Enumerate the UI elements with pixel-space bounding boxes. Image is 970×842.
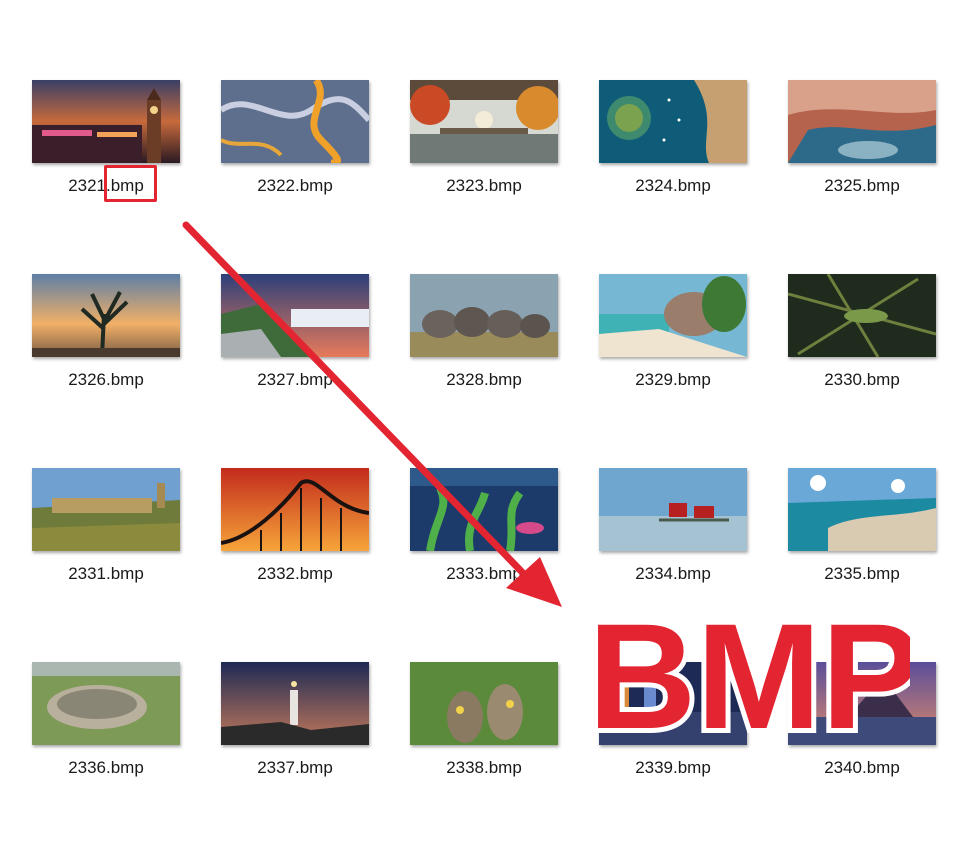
file-name-label[interactable]: 2339.bmp — [589, 758, 757, 778]
file-name-label[interactable]: 2337.bmp — [211, 758, 379, 778]
file-name-label[interactable]: 2324.bmp — [589, 176, 757, 196]
file-name-label[interactable]: 2334.bmp — [589, 564, 757, 584]
file-item[interactable]: 2338.bmp — [410, 662, 560, 782]
file-item[interactable]: 2336.bmp — [32, 662, 182, 782]
file-item[interactable]: 2331.bmp — [32, 468, 182, 588]
file-item[interactable]: 2339.bmp — [599, 662, 749, 782]
image-thumbnail[interactable] — [221, 80, 369, 163]
file-item[interactable]: 2330.bmp — [788, 274, 938, 394]
file-item[interactable]: 2326.bmp — [32, 274, 182, 394]
file-item[interactable]: 2328.bmp — [410, 274, 560, 394]
file-name-label[interactable]: 2326.bmp — [22, 370, 190, 390]
file-name-label[interactable]: 2327.bmp — [211, 370, 379, 390]
file-item[interactable]: 2340.bmp — [788, 662, 938, 782]
image-thumbnail[interactable] — [32, 662, 180, 745]
image-thumbnail[interactable] — [410, 662, 558, 745]
image-thumbnail[interactable] — [599, 80, 747, 163]
file-item[interactable]: 2337.bmp — [221, 662, 371, 782]
image-thumbnail[interactable] — [788, 468, 936, 551]
image-thumbnail[interactable] — [221, 662, 369, 745]
image-thumbnail[interactable] — [32, 468, 180, 551]
file-grid: 2321.bmp 2322.bmp 2323.bmp 2324.bmp 2325.bmp… — [0, 0, 970, 842]
file-name-label[interactable]: 2323.bmp — [400, 176, 568, 196]
image-thumbnail[interactable] — [599, 274, 747, 357]
file-name-label[interactable]: 2331.bmp — [22, 564, 190, 584]
file-name-label[interactable]: 2332.bmp — [211, 564, 379, 584]
file-name-label[interactable]: 2335.bmp — [778, 564, 946, 584]
file-name-label[interactable]: 2333.bmp — [400, 564, 568, 584]
image-thumbnail[interactable] — [788, 80, 936, 163]
image-thumbnail[interactable] — [410, 80, 558, 163]
file-item[interactable]: 2335.bmp — [788, 468, 938, 588]
extension-highlight-box — [104, 165, 157, 202]
file-name-label[interactable]: 2329.bmp — [589, 370, 757, 390]
file-name-label[interactable]: 2336.bmp — [22, 758, 190, 778]
image-thumbnail[interactable] — [788, 274, 936, 357]
image-thumbnail[interactable] — [599, 662, 747, 745]
file-name-label[interactable]: 2338.bmp — [400, 758, 568, 778]
file-item[interactable]: 2325.bmp — [788, 80, 938, 200]
image-thumbnail[interactable] — [788, 662, 936, 745]
file-name-label[interactable]: 2330.bmp — [778, 370, 946, 390]
file-item[interactable]: 2334.bmp — [599, 468, 749, 588]
image-thumbnail[interactable] — [410, 468, 558, 551]
file-item[interactable]: 2329.bmp — [599, 274, 749, 394]
file-name-label[interactable]: 2340.bmp — [778, 758, 946, 778]
file-item[interactable]: 2323.bmp — [410, 80, 560, 200]
image-thumbnail[interactable] — [599, 468, 747, 551]
file-item[interactable]: 2333.bmp — [410, 468, 560, 588]
image-thumbnail[interactable] — [221, 468, 369, 551]
file-item[interactable]: 2322.bmp — [221, 80, 371, 200]
file-name-label[interactable]: 2322.bmp — [211, 176, 379, 196]
image-thumbnail[interactable] — [221, 274, 369, 357]
file-item[interactable]: 2327.bmp — [221, 274, 371, 394]
image-thumbnail[interactable] — [410, 274, 558, 357]
image-thumbnail[interactable] — [32, 274, 180, 357]
file-name-label[interactable]: 2325.bmp — [778, 176, 946, 196]
file-name-label[interactable]: 2328.bmp — [400, 370, 568, 390]
file-item[interactable]: 2332.bmp — [221, 468, 371, 588]
file-item[interactable]: 2324.bmp — [599, 80, 749, 200]
image-thumbnail[interactable] — [32, 80, 180, 163]
